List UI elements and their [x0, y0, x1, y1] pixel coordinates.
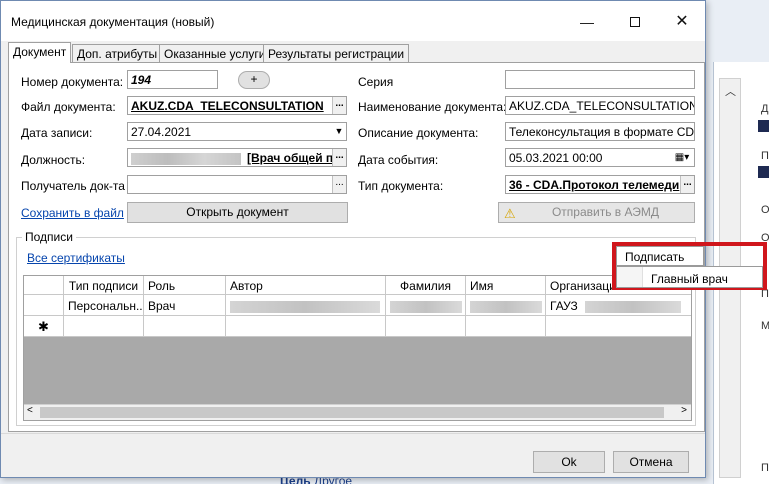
background-side-letter: П: [761, 150, 769, 162]
save-to-file-link[interactable]: Сохранить в файл: [21, 206, 124, 220]
background-side-letter: О: [761, 204, 769, 216]
background-side-field: [758, 120, 769, 132]
menu-item-chief-doctor[interactable]: Главный врач: [651, 272, 728, 286]
background-side-letter: П: [761, 462, 769, 474]
doc-description-field[interactable]: Телеконсультация в формате CDA: [505, 122, 695, 141]
doc-file-label: Файл документа:: [21, 100, 116, 114]
position-field[interactable]: [Врач общей пр ...: [127, 148, 347, 167]
doc-file-value: AKUZ.CDA_TELECONSULTATION: [131, 99, 324, 113]
series-label: Серия: [358, 75, 394, 89]
cell-surname: [386, 295, 466, 316]
doc-type-label: Тип документа:: [358, 179, 444, 193]
doc-file-field[interactable]: AKUZ.CDA_TELECONSULTATION ...: [127, 96, 347, 115]
grid-header: Тип подписи Роль Автор Фамилия Имя Орган…: [24, 276, 691, 295]
scrollbar-thumb[interactable]: [40, 407, 664, 418]
background-side-field: [758, 166, 769, 178]
doc-name-label: Наименование документа:: [358, 100, 507, 114]
table-row[interactable]: Персональн... Врач ГАУЗ: [24, 295, 691, 316]
sign-button[interactable]: Подписать: [616, 246, 704, 266]
ellipsis-icon[interactable]: ...: [680, 176, 694, 193]
position-value: [Врач общей пр: [247, 151, 341, 165]
redacted-text: [390, 300, 462, 313]
warning-icon: ⚠: [504, 206, 516, 221]
background-side-letter: М: [761, 320, 769, 332]
grid-horizontal-scrollbar[interactable]: < >: [24, 404, 691, 420]
sign-menu: Главный врач: [616, 266, 763, 288]
signatures-grid: Тип подписи Роль Автор Фамилия Имя Орган…: [23, 275, 692, 421]
record-date-label: Дата записи:: [21, 126, 93, 140]
send-aemd-button[interactable]: ⚠ Отправить в АЭМД: [498, 202, 695, 223]
maximize-icon[interactable]: [626, 13, 644, 31]
doc-type-field[interactable]: 36 - CDA.Протокол телемеди ...: [505, 175, 695, 194]
cell-organization: ГАУЗ: [546, 295, 691, 316]
doc-number-label: Номер документа:: [21, 75, 124, 89]
series-field[interactable]: [505, 70, 695, 89]
redacted-text: [470, 300, 542, 313]
new-row[interactable]: ✱: [24, 316, 691, 337]
cell-role: Врач: [144, 295, 226, 316]
tab-extra-attributes[interactable]: Доп. атрибуты: [72, 44, 163, 62]
send-aemd-label: Отправить в АЭМД: [551, 205, 660, 219]
cell-organization-value: ГАУЗ: [550, 299, 578, 313]
column-header-role[interactable]: Роль: [144, 276, 226, 295]
doc-type-value: 36 - CDA.Протокол телемеди: [509, 178, 680, 192]
column-header-name[interactable]: Имя: [466, 276, 546, 295]
new-row-cell[interactable]: [386, 316, 466, 337]
cell-name: [466, 295, 546, 316]
doc-description-label: Описание документа:: [358, 126, 479, 140]
close-icon[interactable]: ✕: [673, 13, 691, 31]
column-header-surname[interactable]: Фамилия: [386, 276, 466, 295]
ok-button[interactable]: Ok: [533, 451, 605, 473]
recipient-field[interactable]: ...: [127, 175, 347, 194]
event-date-value: 05.03.2021 00:00: [509, 151, 603, 165]
column-header-signature-type[interactable]: Тип подписи: [64, 276, 144, 295]
row-selector[interactable]: [24, 295, 64, 316]
dropdown-arrow-icon[interactable]: ▼: [332, 123, 346, 140]
scroll-left-icon[interactable]: <: [27, 405, 33, 416]
dialog-footer: Ok Отмена: [1, 433, 705, 477]
cell-signature-type: Персональн...: [64, 295, 144, 316]
open-document-button[interactable]: Открыть документ: [127, 202, 348, 223]
calendar-dropdown-icon[interactable]: ▦▾: [670, 149, 694, 166]
ellipsis-icon[interactable]: ...: [332, 176, 346, 193]
position-label: Должность:: [21, 153, 86, 167]
recipient-label: Получатель док-та: [21, 179, 125, 193]
record-date-value: 27.04.2021: [131, 125, 192, 139]
doc-number-field[interactable]: 194: [127, 70, 218, 89]
new-row-cell[interactable]: [466, 316, 546, 337]
dialog-titlebar[interactable]: Медицинская документация (новый) — ✕: [1, 1, 705, 41]
ellipsis-icon[interactable]: ...: [332, 149, 346, 166]
tab-services[interactable]: Оказанные услуги: [159, 44, 271, 62]
redacted-text: [230, 300, 380, 313]
new-row-cell[interactable]: [64, 316, 144, 337]
new-row-cell[interactable]: [144, 316, 226, 337]
new-row-marker-icon: ✱: [24, 316, 64, 337]
ellipsis-icon[interactable]: ...: [332, 97, 346, 114]
grid-row-selector-header: [24, 276, 64, 295]
scroll-right-icon[interactable]: >: [681, 405, 687, 416]
menu-gutter: [617, 267, 643, 287]
redacted-text: [131, 152, 241, 165]
event-date-field[interactable]: 05.03.2021 00:00 ▦▾: [505, 148, 695, 167]
cell-author: [226, 295, 386, 316]
medical-documentation-dialog: Медицинская документация (новый) — ✕ Док…: [0, 0, 706, 478]
add-number-button[interactable]: +: [238, 71, 270, 89]
minimize-icon[interactable]: —: [578, 13, 596, 31]
signatures-group-title: Подписи: [22, 230, 76, 244]
tab-document[interactable]: Документ: [8, 42, 72, 63]
record-date-field[interactable]: 27.04.2021 ▼: [127, 122, 347, 141]
tab-registration-results[interactable]: Результаты регистрации: [263, 44, 410, 62]
redacted-text: [585, 300, 682, 313]
dialog-title: Медицинская документация (новый): [11, 15, 215, 29]
cancel-button[interactable]: Отмена: [613, 451, 689, 473]
scroll-up-icon[interactable]: ︿: [725, 83, 736, 99]
new-row-cell[interactable]: [226, 316, 386, 337]
all-certificates-link[interactable]: Все сертификаты: [27, 251, 125, 265]
column-header-author[interactable]: Автор: [226, 276, 386, 295]
doc-name-field[interactable]: AKUZ.CDA_TELECONSULTATION: [505, 96, 695, 115]
new-row-cell[interactable]: [546, 316, 691, 337]
event-date-label: Дата события:: [358, 153, 439, 167]
background-side-letter: Д: [761, 103, 769, 115]
